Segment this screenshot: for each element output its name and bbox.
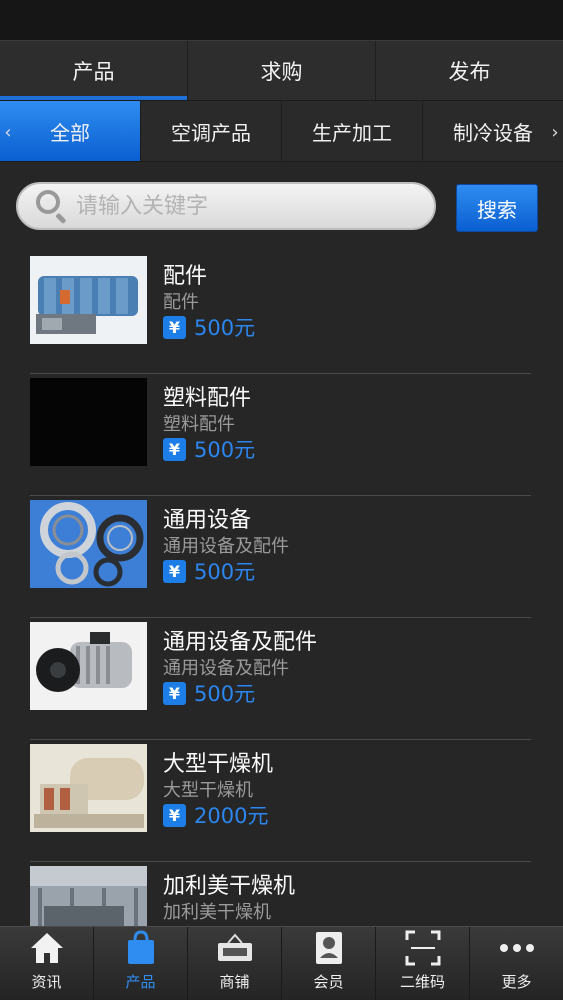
product-title: 塑料配件 bbox=[163, 386, 252, 411]
product-image-factory-hall bbox=[30, 866, 147, 926]
product-price: ¥ 500元 bbox=[163, 436, 255, 462]
tab-products[interactable]: 产品 bbox=[0, 41, 188, 100]
product-price: ¥ 500元 bbox=[163, 558, 255, 584]
nav-label: 会员 bbox=[313, 973, 344, 991]
nav-label: 资讯 bbox=[31, 973, 62, 991]
category-refrigeration[interactable]: 制冷设备 bbox=[423, 101, 563, 161]
category-bar: ‹ 全部 空调产品 生产加工 制冷设备 › bbox=[0, 100, 563, 162]
list-item[interactable]: 加利美干燥机 加利美干燥机 bbox=[30, 862, 531, 926]
search-icon bbox=[32, 187, 70, 225]
chevron-right-icon[interactable]: › bbox=[547, 101, 563, 161]
bottom-nav: 资讯 产品 商铺 会员 二维码 更多 bbox=[0, 926, 563, 1000]
status-bar bbox=[0, 0, 563, 40]
qr-scan-icon bbox=[403, 929, 443, 967]
yen-icon: ¥ bbox=[163, 315, 186, 339]
list-item[interactable]: 配件 配件 ¥ 500元 bbox=[30, 252, 531, 374]
product-title: 配件 bbox=[163, 264, 208, 289]
price-value: 2000元 bbox=[194, 804, 269, 828]
yen-icon: ¥ bbox=[163, 559, 186, 583]
product-title: 通用设备 bbox=[163, 508, 252, 533]
product-image-motor bbox=[30, 622, 147, 710]
nav-label: 产品 bbox=[125, 973, 156, 991]
tab-publish[interactable]: 发布 bbox=[376, 41, 563, 100]
price-value: 500元 bbox=[194, 438, 256, 462]
nav-products[interactable]: 产品 bbox=[94, 927, 188, 1000]
nav-shops[interactable]: 商铺 bbox=[188, 927, 282, 1000]
product-price: ¥ 500元 bbox=[163, 314, 255, 340]
chevron-left-icon[interactable]: ‹ bbox=[0, 101, 16, 161]
nav-qr-code[interactable]: 二维码 bbox=[376, 927, 470, 1000]
open-sign-icon bbox=[215, 929, 255, 967]
search-input[interactable] bbox=[76, 193, 396, 219]
more-dots-icon bbox=[497, 929, 537, 967]
nav-label: 二维码 bbox=[399, 973, 445, 991]
nav-label: 更多 bbox=[501, 973, 532, 991]
product-list: 配件 配件 ¥ 500元 塑料配件 塑料配件 ¥ 500元 通用设备 通用设备及… bbox=[0, 252, 563, 926]
product-subtitle: 加利美干燥机 bbox=[163, 902, 271, 923]
list-item[interactable]: 塑料配件 塑料配件 ¥ 500元 bbox=[30, 374, 531, 496]
product-title: 加利美干燥机 bbox=[163, 874, 296, 899]
home-icon bbox=[27, 929, 67, 967]
product-image-bearings bbox=[30, 500, 147, 588]
yen-icon: ¥ bbox=[163, 803, 186, 827]
list-item[interactable]: 通用设备 通用设备及配件 ¥ 500元 bbox=[30, 496, 531, 618]
product-image-placeholder bbox=[30, 378, 147, 466]
list-item[interactable]: 通用设备及配件 通用设备及配件 ¥ 500元 bbox=[30, 618, 531, 740]
search-box[interactable] bbox=[16, 182, 436, 230]
category-manufacturing[interactable]: 生产加工 bbox=[282, 101, 423, 161]
category-all[interactable]: 全部 bbox=[0, 101, 141, 161]
product-title: 通用设备及配件 bbox=[163, 630, 318, 655]
product-subtitle: 塑料配件 bbox=[163, 414, 235, 435]
search-row: 搜索 bbox=[0, 162, 563, 252]
product-title: 大型干燥机 bbox=[163, 752, 274, 777]
yen-icon: ¥ bbox=[163, 681, 186, 705]
price-value: 500元 bbox=[194, 316, 256, 340]
nav-more[interactable]: 更多 bbox=[470, 927, 563, 1000]
nav-news[interactable]: 资讯 bbox=[0, 927, 94, 1000]
nav-label: 商铺 bbox=[219, 973, 250, 991]
product-subtitle: 通用设备及配件 bbox=[163, 536, 289, 557]
product-price: ¥ 2000元 bbox=[163, 802, 268, 828]
shopping-bag-icon bbox=[121, 929, 161, 967]
member-card-icon bbox=[309, 929, 349, 967]
price-value: 500元 bbox=[194, 560, 256, 584]
list-item[interactable]: 大型干燥机 大型干燥机 ¥ 2000元 bbox=[30, 740, 531, 862]
category-air-conditioning[interactable]: 空调产品 bbox=[141, 101, 282, 161]
tab-purchase-requests[interactable]: 求购 bbox=[188, 41, 376, 100]
product-subtitle: 大型干燥机 bbox=[163, 780, 253, 801]
product-subtitle: 配件 bbox=[163, 292, 199, 313]
yen-icon: ¥ bbox=[163, 437, 186, 461]
product-image-drum-dryer bbox=[30, 744, 147, 832]
price-value: 500元 bbox=[194, 682, 256, 706]
product-subtitle: 通用设备及配件 bbox=[163, 658, 289, 679]
nav-members[interactable]: 会员 bbox=[282, 927, 376, 1000]
top-tab-bar: 产品 求购 发布 bbox=[0, 40, 563, 100]
product-price: ¥ 500元 bbox=[163, 680, 255, 706]
product-image-industrial-dryer bbox=[30, 256, 147, 344]
search-button[interactable]: 搜索 bbox=[456, 184, 538, 232]
